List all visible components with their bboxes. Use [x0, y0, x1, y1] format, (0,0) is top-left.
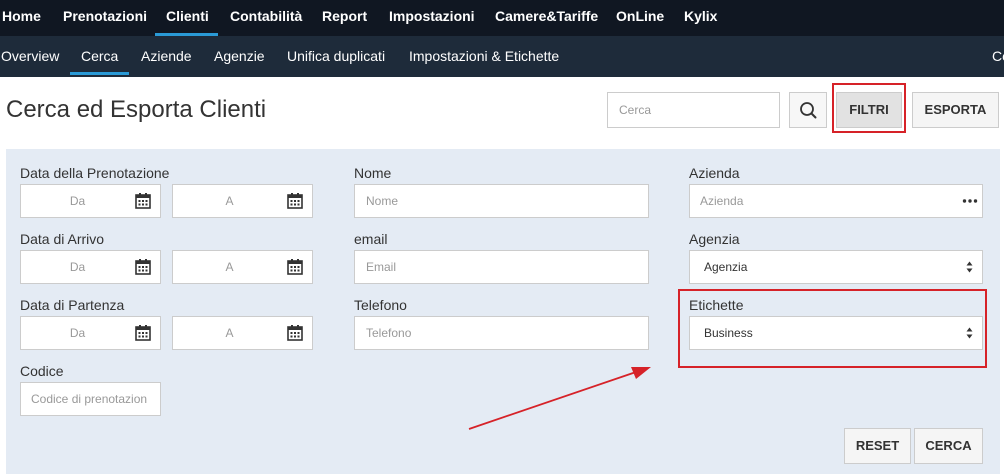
annotation-box-etichette: [678, 289, 987, 368]
data-prenotazione-from[interactable]: Da: [20, 184, 161, 218]
calendar-icon[interactable]: [287, 259, 303, 275]
esporta-button[interactable]: ESPORTA: [912, 92, 999, 128]
subnav-overview[interactable]: Overview: [1, 36, 59, 77]
nome-input[interactable]: Nome: [354, 184, 649, 218]
page-title: Cerca ed Esporta Clienti: [6, 96, 267, 123]
data-partenza-from-placeholder: Da: [69, 326, 86, 340]
data-partenza-label: Data di Partenza: [20, 297, 125, 313]
subnav-cerca[interactable]: Cerca: [81, 36, 118, 77]
top-navigation: Home Prenotazioni Clienti Contabilità Re…: [0, 0, 1004, 36]
telefono-placeholder: Telefono: [366, 326, 412, 340]
telefono-label: Telefono: [354, 297, 407, 313]
search-icon: [800, 102, 817, 119]
calendar-icon[interactable]: [287, 193, 303, 209]
telefono-input[interactable]: Telefono: [354, 316, 649, 350]
azienda-label: Azienda: [689, 165, 740, 181]
search-button[interactable]: [789, 92, 827, 128]
data-arrivo-from-placeholder: Da: [69, 260, 86, 274]
agenzia-selected-value: Agenzia: [704, 260, 748, 274]
codice-input[interactable]: Codice di prenotazion: [20, 382, 161, 416]
nav-contabilita[interactable]: Contabilità: [230, 0, 302, 36]
data-arrivo-to[interactable]: A: [172, 250, 313, 284]
data-prenotazione-label: Data della Prenotazione: [20, 165, 170, 181]
more-dots-icon[interactable]: [962, 199, 978, 203]
nav-impostazioni[interactable]: Impostazioni: [389, 0, 475, 36]
select-caret-icon: [966, 261, 973, 273]
agenzia-label: Agenzia: [689, 231, 740, 247]
data-arrivo-from[interactable]: Da: [20, 250, 161, 284]
codice-label: Codice: [20, 363, 64, 379]
data-partenza-from[interactable]: Da: [20, 316, 161, 350]
data-partenza-to[interactable]: A: [172, 316, 313, 350]
calendar-icon[interactable]: [135, 325, 151, 341]
data-prenotazione-to[interactable]: A: [172, 184, 313, 218]
nav-online[interactable]: OnLine: [616, 0, 664, 36]
cerca-button[interactable]: CERCA: [914, 428, 983, 464]
calendar-icon[interactable]: [135, 259, 151, 275]
sub-navigation: Overview Cerca Aziende Agenzie Unifica d…: [0, 36, 1004, 77]
email-field[interactable]: Email: [354, 250, 649, 284]
data-prenotazione-from-placeholder: Da: [69, 194, 86, 208]
reset-button[interactable]: RESET: [844, 428, 911, 464]
agenzia-select[interactable]: Agenzia: [689, 250, 983, 284]
nav-kylix[interactable]: Kylix: [684, 0, 717, 36]
nav-report[interactable]: Report: [322, 0, 367, 36]
azienda-input[interactable]: Azienda: [689, 184, 983, 218]
data-partenza-to-placeholder: A: [225, 326, 234, 340]
subnav-aziende[interactable]: Aziende: [141, 36, 192, 77]
nav-clienti[interactable]: Clienti: [166, 0, 209, 36]
email-placeholder: Email: [366, 260, 397, 274]
calendar-icon[interactable]: [287, 325, 303, 341]
annotation-box-filtri: [832, 83, 906, 133]
subnav-overflow-item[interactable]: Ce: [992, 36, 1004, 77]
email-label: email: [354, 231, 388, 247]
nav-prenotazioni[interactable]: Prenotazioni: [63, 0, 147, 36]
nome-placeholder: Nome: [366, 194, 399, 208]
search-input[interactable]: [607, 92, 780, 128]
data-prenotazione-to-placeholder: A: [225, 194, 234, 208]
nav-camere-tariffe[interactable]: Camere&Tariffe: [495, 0, 598, 36]
codice-placeholder: Codice di prenotazion: [31, 392, 148, 406]
calendar-icon[interactable]: [135, 193, 151, 209]
subnav-agenzie[interactable]: Agenzie: [214, 36, 265, 77]
data-arrivo-label: Data di Arrivo: [20, 231, 105, 247]
azienda-placeholder: Azienda: [700, 194, 744, 208]
nav-home[interactable]: Home: [2, 0, 41, 36]
subnav-unifica-duplicati[interactable]: Unifica duplicati: [287, 36, 385, 77]
nome-label: Nome: [354, 165, 392, 181]
subnav-impostazioni-etichette[interactable]: Impostazioni & Etichette: [409, 36, 559, 77]
subnav-active-indicator: [70, 72, 129, 75]
data-arrivo-to-placeholder: A: [225, 260, 234, 274]
